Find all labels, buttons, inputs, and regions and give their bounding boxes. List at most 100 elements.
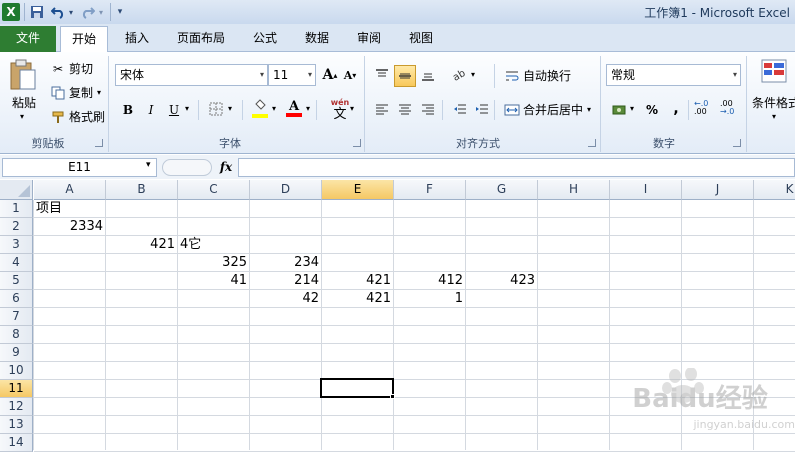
excel-icon[interactable]: X [2, 3, 20, 21]
number-launcher-icon[interactable] [733, 139, 741, 147]
cell-d4[interactable]: 234 [250, 254, 321, 272]
fill-handle[interactable] [390, 394, 395, 399]
percent-button[interactable]: % [642, 100, 662, 120]
alignment-launcher-icon[interactable] [588, 139, 596, 147]
cell-d6[interactable]: 42 [250, 290, 321, 308]
conditional-format-icon[interactable] [760, 58, 790, 88]
column-header-h[interactable]: H [538, 180, 610, 200]
cell-d5[interactable]: 214 [250, 272, 321, 290]
row-header-10[interactable]: 10 [0, 362, 33, 380]
tab-view[interactable]: 视图 [400, 26, 442, 52]
active-cell-selection[interactable] [320, 378, 394, 398]
row-header-6[interactable]: 6 [0, 290, 33, 308]
fill-color-button[interactable] [250, 98, 270, 118]
cut-button[interactable]: ✂ 剪切 [50, 60, 93, 77]
row-header-13[interactable]: 13 [0, 416, 33, 434]
align-center-button[interactable] [395, 100, 415, 120]
merge-center-button[interactable]: 合并后居中 ▾ [504, 101, 591, 118]
cell-c4[interactable]: 325 [178, 254, 249, 272]
name-box-dropdown-icon[interactable]: ▾ [146, 160, 151, 170]
conditional-dropdown-icon[interactable]: ▾ [772, 112, 776, 121]
font-color-dropdown-icon[interactable]: ▾ [306, 104, 310, 113]
row-header-3[interactable]: 3 [0, 236, 33, 254]
cell-b3[interactable]: 421 [106, 236, 177, 254]
orientation-button[interactable]: ab [450, 65, 470, 85]
middle-align-button[interactable] [394, 65, 416, 87]
column-header-i[interactable]: I [610, 180, 682, 200]
row-header-8[interactable]: 8 [0, 326, 33, 344]
conditional-format-button[interactable]: 条件格式 [752, 94, 795, 111]
font-name-combo[interactable]: 宋体 ▾ [115, 64, 268, 86]
cell-c3[interactable]: 4它 [178, 236, 249, 254]
font-size-combo[interactable]: 11 ▾ [268, 64, 316, 86]
fill-dropdown-icon[interactable]: ▾ [272, 104, 276, 113]
column-header-d[interactable]: D [250, 180, 322, 200]
formula-bar-splitter[interactable] [162, 159, 212, 176]
tab-review[interactable]: 审阅 [348, 26, 390, 52]
copy-button[interactable]: 复制 ▾ [50, 84, 101, 101]
increase-indent-button[interactable] [472, 100, 492, 120]
wrap-text-button[interactable]: 自动换行 [504, 67, 571, 84]
row-header-14[interactable]: 14 [0, 434, 33, 452]
redo-icon[interactable] [80, 3, 96, 21]
cell-e6[interactable]: 421 [322, 290, 393, 308]
bottom-align-button[interactable] [418, 65, 438, 85]
copy-dropdown-icon[interactable]: ▾ [97, 88, 101, 97]
row-header-12[interactable]: 12 [0, 398, 33, 416]
format-painter-button[interactable]: 格式刷 [50, 108, 105, 125]
shrink-font-button[interactable]: A ▾ [340, 65, 360, 85]
column-header-k[interactable]: K [754, 180, 795, 200]
align-right-button[interactable] [418, 100, 438, 120]
bold-button[interactable]: B [118, 100, 138, 120]
row-header-1[interactable]: 1 [0, 200, 33, 218]
tab-data[interactable]: 数据 [296, 26, 338, 52]
font-color-button[interactable]: A [284, 98, 304, 118]
customize-icon[interactable]: ▾ [114, 3, 126, 21]
save-icon[interactable] [28, 3, 46, 21]
tab-formulas[interactable]: 公式 [244, 26, 286, 52]
font-launcher-icon[interactable] [353, 139, 361, 147]
phonetic-dropdown-icon[interactable]: ▾ [350, 104, 354, 113]
underline-button[interactable]: U [164, 100, 184, 120]
column-header-b[interactable]: B [106, 180, 178, 200]
cell-c5[interactable]: 41 [178, 272, 249, 290]
paste-icon[interactable] [8, 58, 38, 92]
merge-dropdown-icon[interactable]: ▾ [587, 105, 591, 114]
fx-button[interactable]: fx [218, 158, 234, 176]
cell-g5[interactable]: 423 [466, 272, 537, 290]
column-header-a[interactable]: A [34, 180, 106, 200]
cell-a2[interactable]: 2334 [34, 218, 105, 236]
row-header-11[interactable]: 11 [0, 380, 33, 398]
borders-dropdown-icon[interactable]: ▾ [228, 104, 232, 113]
undo-icon[interactable] [50, 3, 66, 21]
increase-decimal-button[interactable]: ←.0 .00 [694, 100, 718, 120]
cell-f6[interactable]: 1 [394, 290, 465, 308]
column-header-c[interactable]: C [178, 180, 250, 200]
borders-button[interactable] [206, 100, 226, 120]
row-header-9[interactable]: 9 [0, 344, 33, 362]
underline-dropdown-icon[interactable]: ▾ [185, 104, 189, 113]
row-header-2[interactable]: 2 [0, 218, 33, 236]
clipboard-launcher-icon[interactable] [95, 139, 103, 147]
formula-input[interactable] [238, 158, 795, 177]
tab-file[interactable]: 文件 [0, 26, 56, 52]
name-box[interactable]: E11 [2, 158, 157, 177]
italic-button[interactable]: I [141, 100, 161, 120]
number-format-combo[interactable]: 常规 ▾ [606, 64, 741, 86]
decrease-decimal-button[interactable]: .00 →.0 [720, 100, 744, 120]
cell-f5[interactable]: 412 [394, 272, 465, 290]
tab-insert[interactable]: 插入 [116, 26, 158, 52]
select-all-button[interactable] [0, 180, 33, 200]
column-header-g[interactable]: G [466, 180, 538, 200]
accounting-dropdown-icon[interactable]: ▾ [630, 104, 634, 113]
redo-dropdown-icon[interactable]: ▾ [96, 3, 106, 21]
cell-a1[interactable]: 项目 [34, 200, 105, 218]
tab-home[interactable]: 开始 [60, 26, 108, 53]
row-header-7[interactable]: 7 [0, 308, 33, 326]
undo-dropdown-icon[interactable]: ▾ [66, 3, 76, 21]
top-align-button[interactable] [372, 65, 392, 85]
tab-page-layout[interactable]: 页面布局 [168, 26, 234, 52]
align-left-button[interactable] [372, 100, 392, 120]
orientation-dropdown-icon[interactable]: ▾ [471, 70, 475, 79]
paste-dropdown-icon[interactable]: ▾ [20, 112, 24, 121]
